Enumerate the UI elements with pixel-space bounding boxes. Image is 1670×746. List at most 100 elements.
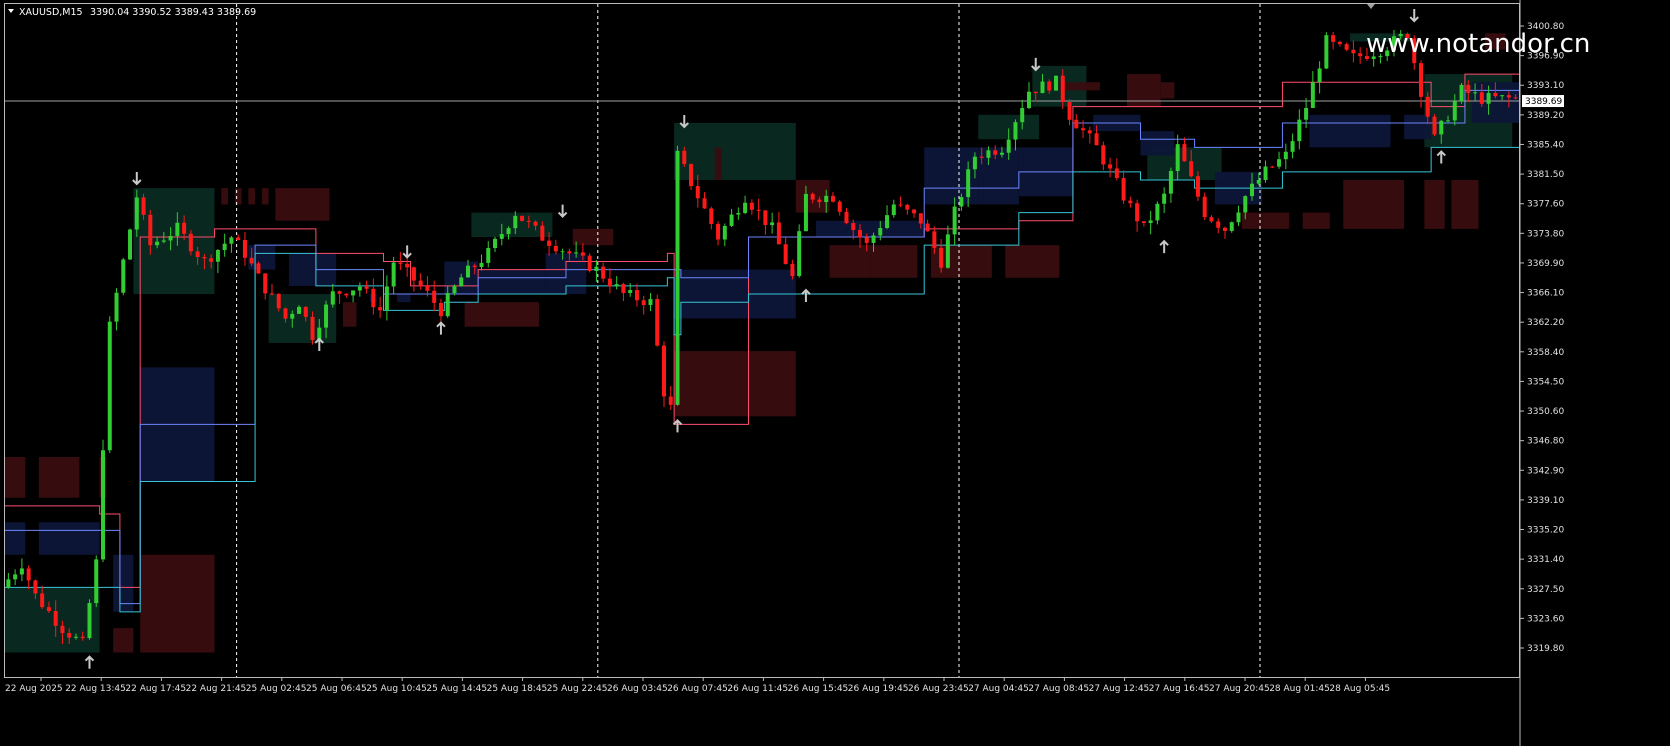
bear-candle xyxy=(912,209,917,214)
bull-candle xyxy=(384,286,389,311)
x-tick-label: 25 Aug 22:45 xyxy=(547,684,608,694)
y-tick-label: 3369.90 xyxy=(1527,259,1564,269)
red-zone xyxy=(5,457,26,498)
bear-candle xyxy=(756,209,761,211)
bear-candle xyxy=(1189,161,1194,177)
bull-candle xyxy=(966,169,971,198)
bear-candle xyxy=(547,240,552,246)
bear-candle xyxy=(438,302,443,317)
bear-candle xyxy=(1222,227,1227,231)
bear-candle xyxy=(202,257,207,259)
bull-candle xyxy=(729,214,734,226)
bear-candle xyxy=(1094,133,1099,146)
fractal-down-arrow-icon xyxy=(402,245,412,259)
green-zone xyxy=(5,587,100,653)
bear-candle xyxy=(1425,96,1430,117)
price-chart[interactable]: 3400.803396.903393.103389.203385.403381.… xyxy=(0,0,1670,746)
bear-candle xyxy=(1202,196,1207,218)
x-tick-label: 25 Aug 14:45 xyxy=(426,684,487,694)
x-tick-label: 28 Aug 01:45 xyxy=(1269,684,1330,694)
bear-candle xyxy=(1466,84,1471,93)
x-tick-label: 27 Aug 08:45 xyxy=(1028,684,1089,694)
bear-candle xyxy=(526,220,531,222)
bear-candle xyxy=(209,258,214,262)
fractal-up-arrow-icon xyxy=(801,288,811,303)
bear-candle xyxy=(925,223,930,232)
green-zone xyxy=(133,188,215,295)
bear-candle xyxy=(1344,44,1349,50)
navy-zone xyxy=(261,245,276,270)
red-zone xyxy=(261,188,269,205)
x-tick-label: 25 Aug 06:45 xyxy=(306,684,367,694)
bear-candle xyxy=(60,625,65,634)
bull-candle xyxy=(175,222,180,236)
bear-candle xyxy=(1087,130,1092,134)
bull-candle xyxy=(222,243,227,251)
bull-candle xyxy=(114,292,119,322)
fractal-up-arrow-icon xyxy=(314,337,324,351)
bear-candle xyxy=(310,316,315,340)
bear-candle xyxy=(1135,203,1140,222)
zones-layer xyxy=(5,33,1519,653)
bull-candle xyxy=(722,225,727,240)
bear-candle xyxy=(1101,145,1106,165)
bear-candle xyxy=(337,291,342,294)
bear-candle xyxy=(763,210,768,226)
y-tick-label: 3331.40 xyxy=(1527,555,1564,565)
bear-candle xyxy=(918,213,923,224)
bull-candle xyxy=(986,150,991,158)
navy-zone xyxy=(1404,114,1432,140)
bear-candle xyxy=(26,568,31,581)
bear-candle xyxy=(1060,75,1065,103)
bull-candle xyxy=(1317,68,1322,83)
bear-candle xyxy=(1128,200,1133,204)
x-tick-label: 26 Aug 15:45 xyxy=(788,684,849,694)
bear-candle xyxy=(790,263,795,277)
x-tick-label: 26 Aug 19:45 xyxy=(848,684,909,694)
bull-candle xyxy=(351,290,356,296)
x-tick-label: 25 Aug 18:45 xyxy=(487,684,548,694)
bull-candle xyxy=(1446,120,1451,122)
y-tick-label: 3377.60 xyxy=(1527,200,1564,210)
bear-candle xyxy=(844,211,849,224)
y-tick-label: 3385.40 xyxy=(1527,140,1564,150)
bull-candle xyxy=(770,222,775,226)
fractal-down-arrow-icon xyxy=(679,114,689,129)
bear-candle xyxy=(378,307,383,311)
red-zone xyxy=(870,245,918,278)
bear-candle xyxy=(1506,95,1511,98)
bull-candle xyxy=(459,277,464,287)
bear-candle xyxy=(276,293,281,309)
x-tick-label: 26 Aug 23:45 xyxy=(908,684,969,694)
y-tick-label: 3319.80 xyxy=(1527,644,1564,654)
bull-candle xyxy=(871,235,876,243)
y-tick-label: 3381.50 xyxy=(1527,170,1564,180)
dropdown-triangle-icon[interactable] xyxy=(8,9,14,13)
bull-candle xyxy=(1486,92,1491,104)
bear-candle xyxy=(689,164,694,187)
bear-candle xyxy=(580,252,585,256)
fractal-down-arrow-icon xyxy=(1031,57,1041,72)
bull-candle xyxy=(648,299,653,306)
bear-candle xyxy=(1141,221,1146,224)
bear-candle xyxy=(188,233,193,252)
bull-candle xyxy=(1250,183,1255,197)
bull-candle xyxy=(1277,159,1282,167)
fractal-up-arrow-icon xyxy=(84,655,95,669)
bull-candle xyxy=(155,241,160,246)
chart-header[interactable]: XAUUSD,M15 3390.04 3390.52 3389.43 3389.… xyxy=(8,7,256,18)
bull-candle xyxy=(945,234,950,268)
bear-candle xyxy=(46,607,51,612)
bull-candle xyxy=(736,212,741,215)
candles-layer xyxy=(6,29,1518,644)
navy-zone xyxy=(1309,114,1391,148)
bear-candle xyxy=(1479,92,1484,104)
bear-candle xyxy=(182,222,187,234)
red-zone xyxy=(140,554,215,653)
navy-zone xyxy=(978,147,1019,205)
bull-candle xyxy=(465,265,470,278)
bear-candle xyxy=(269,293,274,295)
x-tick-label: 25 Aug 02:45 xyxy=(246,684,307,694)
bear-candle xyxy=(405,263,410,268)
bull-candle xyxy=(445,293,450,317)
